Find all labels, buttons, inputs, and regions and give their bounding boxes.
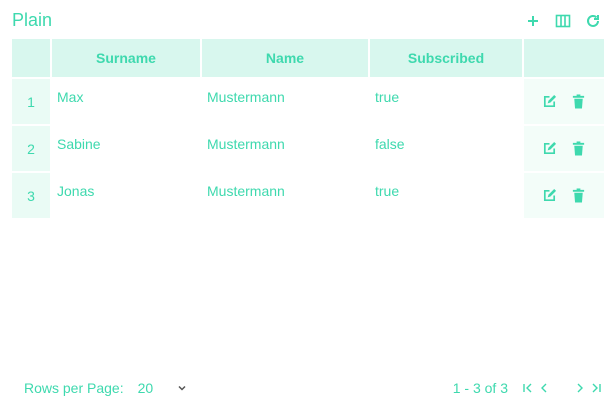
surname-column-header[interactable]: Surname — [52, 39, 200, 77]
next-page-icon[interactable] — [572, 380, 588, 396]
table-row: 1 Max Mustermann true — [12, 79, 604, 124]
previous-page-icon[interactable] — [536, 380, 552, 396]
row-index: 1 — [12, 79, 50, 124]
last-page-icon[interactable] — [588, 380, 604, 396]
trash-icon[interactable] — [569, 91, 589, 111]
subscribed-cell: false — [370, 126, 522, 171]
edit-icon[interactable] — [539, 185, 559, 205]
columns-icon[interactable] — [554, 12, 572, 30]
first-page-icon[interactable] — [520, 380, 536, 396]
plus-icon[interactable] — [524, 12, 542, 30]
table-header-row: Surname Name Subscribed — [12, 39, 604, 77]
name-column-header[interactable]: Name — [202, 39, 368, 77]
edit-icon[interactable] — [539, 138, 559, 158]
rows-per-page-select[interactable]: 20 — [138, 380, 188, 396]
table-footer: Rows per Page: 20 1 - 3 of 3 — [24, 378, 604, 398]
toolbar — [524, 12, 602, 30]
row-actions — [524, 126, 604, 171]
actions-column-header — [524, 39, 604, 77]
subscribed-cell: true — [370, 79, 522, 124]
refresh-icon[interactable] — [584, 12, 602, 30]
name-cell: Mustermann — [202, 173, 368, 218]
row-index: 3 — [12, 173, 50, 218]
page-info: 1 - 3 of 3 — [452, 380, 508, 396]
table-row: 3 Jonas Mustermann true — [12, 173, 604, 218]
edit-icon[interactable] — [539, 91, 559, 111]
name-cell: Mustermann — [202, 126, 368, 171]
chevron-down-icon — [178, 385, 186, 391]
pagination — [520, 380, 604, 396]
subscribed-column-header[interactable]: Subscribed — [370, 39, 522, 77]
page-title: Plain — [12, 10, 53, 30]
subscribed-cell: true — [370, 173, 522, 218]
row-actions — [524, 79, 604, 124]
table-row: 2 Sabine Mustermann false — [12, 126, 604, 171]
name-cell: Mustermann — [202, 79, 368, 124]
rows-per-page-value: 20 — [137, 380, 154, 396]
surname-cell: Max — [52, 79, 200, 124]
row-index: 2 — [12, 126, 50, 171]
row-actions — [524, 173, 604, 218]
index-column-header — [12, 39, 50, 77]
data-table: Surname Name Subscribed 1 Max Mustermann… — [10, 37, 606, 220]
trash-icon[interactable] — [569, 185, 589, 205]
trash-icon[interactable] — [569, 138, 589, 158]
surname-cell: Sabine — [52, 126, 200, 171]
surname-cell: Jonas — [52, 173, 200, 218]
rows-per-page-label: Rows per Page: — [24, 380, 124, 396]
